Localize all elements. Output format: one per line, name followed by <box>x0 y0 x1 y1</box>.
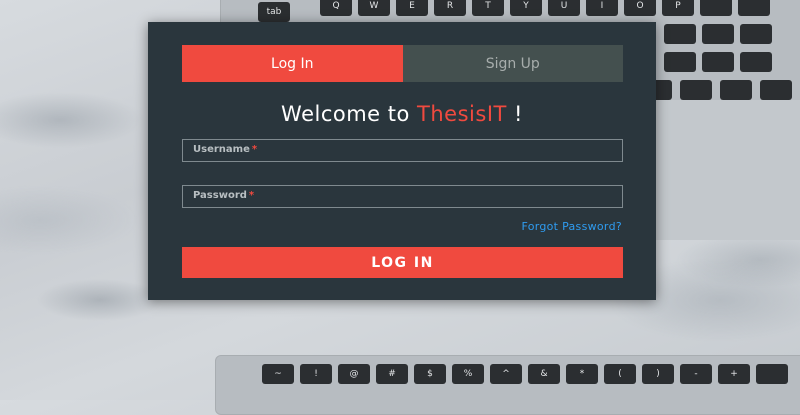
key: - <box>680 364 712 384</box>
auth-tabs: Log In Sign Up <box>182 45 623 82</box>
key: + <box>718 364 750 384</box>
key <box>738 0 770 16</box>
required-marker: * <box>248 190 255 201</box>
password-label-text: Password <box>193 190 247 201</box>
key <box>664 52 696 72</box>
password-label: Password * <box>193 190 254 201</box>
key: O <box>624 0 656 16</box>
welcome-heading: Welcome to ThesisIT ! <box>148 102 656 126</box>
key: P <box>662 0 694 16</box>
key: @ <box>338 364 370 384</box>
key: ^ <box>490 364 522 384</box>
heading-prefix: Welcome to <box>281 102 418 126</box>
key: ( <box>604 364 636 384</box>
forgot-password-link[interactable]: Forgot Password? <box>521 220 622 233</box>
key <box>700 0 732 16</box>
key: & <box>528 364 560 384</box>
key: W <box>358 0 390 16</box>
key: Y <box>510 0 542 16</box>
key <box>740 24 772 44</box>
key: ! <box>300 364 332 384</box>
key: % <box>452 364 484 384</box>
key: ~ <box>262 364 294 384</box>
username-label: Username * <box>193 144 257 155</box>
key: $ <box>414 364 446 384</box>
key <box>720 80 752 100</box>
password-field[interactable]: Password * <box>182 185 623 208</box>
login-button[interactable]: LOG IN <box>182 247 623 278</box>
laptop-trackpad <box>650 100 800 240</box>
key: # <box>376 364 408 384</box>
key <box>756 364 788 384</box>
tab-login[interactable]: Log In <box>182 45 403 82</box>
username-label-text: Username <box>193 144 250 155</box>
key: tab <box>258 2 290 22</box>
key: R <box>434 0 466 16</box>
brand-name: ThesisIT <box>417 102 507 126</box>
key <box>760 80 792 100</box>
required-marker: * <box>251 144 258 155</box>
key: Q <box>320 0 352 16</box>
tab-signup[interactable]: Sign Up <box>402 45 623 82</box>
login-panel: Log In Sign Up Welcome to ThesisIT ! Use… <box>148 22 656 300</box>
key <box>680 80 712 100</box>
key: * <box>566 364 598 384</box>
username-field[interactable]: Username * <box>182 139 623 162</box>
key <box>702 24 734 44</box>
key: ) <box>642 364 674 384</box>
heading-suffix: ! <box>506 102 523 126</box>
key: I <box>586 0 618 16</box>
key <box>740 52 772 72</box>
key: T <box>472 0 504 16</box>
key <box>702 52 734 72</box>
key <box>664 24 696 44</box>
key: U <box>548 0 580 16</box>
key: E <box>396 0 428 16</box>
